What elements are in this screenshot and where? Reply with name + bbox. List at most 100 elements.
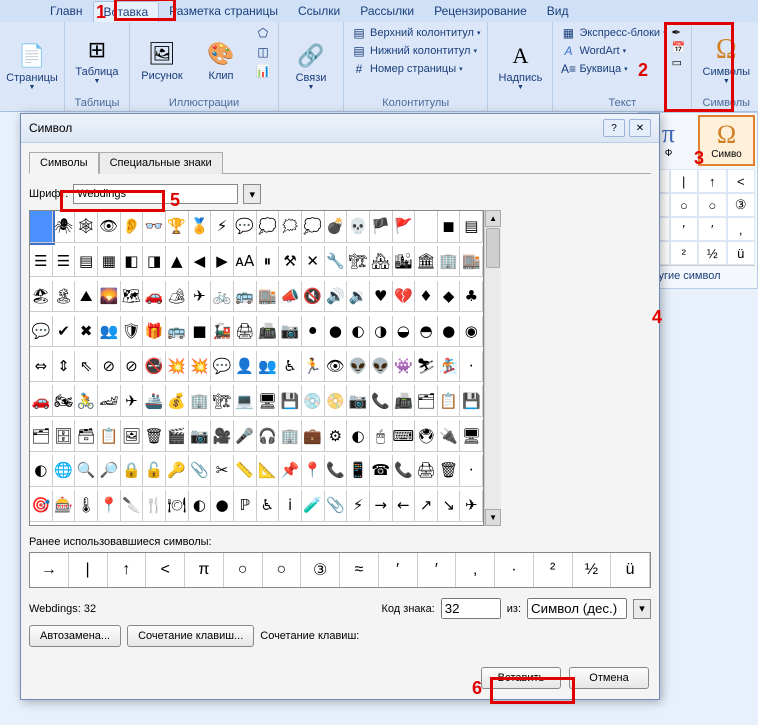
char-cell[interactable]: 👂 bbox=[121, 211, 144, 243]
char-cell[interactable]: 🚗 bbox=[143, 281, 166, 313]
char-cell[interactable]: ▲ bbox=[166, 246, 189, 278]
char-cell[interactable]: 📱 bbox=[347, 455, 370, 487]
char-cell[interactable]: ▶ bbox=[211, 246, 234, 278]
char-cell[interactable]: 🖼 bbox=[121, 420, 144, 452]
char-cell[interactable]: 🍴 bbox=[143, 490, 166, 522]
recent-cell[interactable]: π bbox=[185, 553, 224, 587]
char-cell[interactable]: 🏆 bbox=[166, 211, 189, 243]
char-cell[interactable]: 🗃 bbox=[75, 420, 98, 452]
char-cell[interactable]: ♿ bbox=[257, 490, 280, 522]
char-cell[interactable]: 🌐 bbox=[53, 455, 76, 487]
char-cell[interactable]: 🏍 bbox=[53, 385, 76, 417]
recent-cell[interactable]: → bbox=[30, 553, 69, 587]
char-cell[interactable]: 🔧 bbox=[325, 246, 348, 278]
char-cell[interactable]: 📎 bbox=[325, 490, 348, 522]
char-cell[interactable]: 🌡 bbox=[75, 490, 98, 522]
mini-symbol-cell[interactable]: ′ bbox=[670, 217, 699, 241]
tab-insert[interactable]: Вставка bbox=[93, 1, 160, 22]
char-cell[interactable]: 📀 bbox=[325, 385, 348, 417]
char-cell[interactable]: ◐ bbox=[347, 420, 370, 452]
char-cell[interactable]: 🏢 bbox=[438, 246, 461, 278]
char-cell[interactable]: 🎬 bbox=[166, 420, 189, 452]
char-cell[interactable]: 📐 bbox=[257, 455, 280, 487]
scroll-down-icon[interactable]: ▼ bbox=[485, 509, 501, 526]
recent-cell[interactable]: ′ bbox=[379, 553, 418, 587]
char-cell[interactable]: 🎁 bbox=[143, 316, 166, 348]
char-cell[interactable]: 📠 bbox=[393, 385, 416, 417]
char-cell[interactable]: 🏢 bbox=[279, 420, 302, 452]
char-cell[interactable]: 🔑 bbox=[166, 455, 189, 487]
char-cell[interactable] bbox=[30, 211, 53, 243]
char-cell[interactable]: 🎥 bbox=[211, 420, 234, 452]
char-cell[interactable]: 🏙 bbox=[393, 246, 416, 278]
char-cell[interactable]: 🎰 bbox=[53, 490, 76, 522]
char-cell[interactable]: ✈ bbox=[189, 281, 212, 313]
smartart-button[interactable]: ◫ bbox=[252, 43, 274, 61]
char-cell[interactable]: 🖱 bbox=[370, 420, 393, 452]
char-cell[interactable]: 💬 bbox=[234, 211, 257, 243]
char-cell[interactable]: · bbox=[460, 455, 483, 487]
recent-cell[interactable]: ′ bbox=[418, 553, 457, 587]
char-cell[interactable]: 🗑 bbox=[438, 455, 461, 487]
table-button[interactable]: ⊞ Таблица ▼ bbox=[69, 24, 125, 95]
char-cell[interactable]: ● bbox=[325, 316, 348, 348]
char-cell[interactable]: ♦ bbox=[415, 281, 438, 313]
recent-cell[interactable]: ‚ bbox=[456, 553, 495, 587]
footer-button[interactable]: ▤ Нижний колонтитул ▾ bbox=[348, 42, 483, 60]
char-cell[interactable]: 👤 bbox=[234, 351, 257, 383]
char-cell[interactable]: 💾 bbox=[279, 385, 302, 417]
char-cell[interactable]: 🏗 bbox=[347, 246, 370, 278]
char-cell[interactable]: ✖ bbox=[75, 316, 98, 348]
char-cell[interactable]: 🎧 bbox=[257, 420, 280, 452]
char-cell[interactable]: ♣ bbox=[460, 281, 483, 313]
char-cell[interactable]: 👁 bbox=[325, 351, 348, 383]
char-cell[interactable]: ⇖ bbox=[75, 351, 98, 383]
char-cell[interactable]: 🖥 bbox=[257, 385, 280, 417]
recent-cell[interactable]: ≈ bbox=[340, 553, 379, 587]
char-cell[interactable]: 🔎 bbox=[98, 455, 121, 487]
char-cell[interactable]: 🏴 bbox=[370, 211, 393, 243]
char-cell[interactable]: 🌄 bbox=[98, 281, 121, 313]
char-cell[interactable]: 💥 bbox=[189, 351, 212, 383]
char-cell[interactable]: ᴀA bbox=[234, 246, 257, 278]
char-cell[interactable]: 🔒 bbox=[121, 455, 144, 487]
char-cell[interactable]: 🗄 bbox=[53, 420, 76, 452]
char-cell[interactable]: ← bbox=[393, 490, 416, 522]
char-cell[interactable]: 🏘 bbox=[370, 246, 393, 278]
char-cell[interactable]: 🏎 bbox=[98, 385, 121, 417]
char-cell[interactable]: 🔪 bbox=[121, 490, 144, 522]
char-cell[interactable]: ⏸ bbox=[257, 246, 280, 278]
close-button[interactable]: ✕ bbox=[629, 119, 651, 137]
char-cell[interactable]: 🏂 bbox=[438, 351, 461, 383]
char-cell[interactable]: 🗺 bbox=[121, 281, 144, 313]
char-cell[interactable]: 🚌 bbox=[234, 281, 257, 313]
char-cell[interactable]: ⚫ bbox=[302, 316, 325, 348]
object-icon[interactable]: ▭ bbox=[672, 56, 686, 69]
char-cell[interactable]: ◒ bbox=[393, 316, 416, 348]
char-cell[interactable]: 📣 bbox=[279, 281, 302, 313]
char-cell[interactable]: 🏖 bbox=[30, 281, 53, 313]
mini-symbol-cell[interactable]: ○ bbox=[698, 193, 727, 217]
char-cell[interactable]: 🚗 bbox=[30, 385, 53, 417]
char-cell[interactable]: 👽 bbox=[347, 351, 370, 383]
char-cell[interactable]: 🗑 bbox=[143, 420, 166, 452]
char-cell[interactable]: ♿ bbox=[279, 351, 302, 383]
char-cell[interactable]: ◉ bbox=[460, 316, 483, 348]
char-cell[interactable]: ℙ bbox=[234, 490, 257, 522]
char-cell[interactable]: 🚌 bbox=[166, 316, 189, 348]
recent-cell[interactable]: ² bbox=[534, 553, 573, 587]
links-button[interactable]: 🔗 Связи ▼ bbox=[283, 24, 339, 107]
char-cell[interactable]: 👓 bbox=[143, 211, 166, 243]
char-cell[interactable]: ● bbox=[211, 490, 234, 522]
char-cell[interactable]: 👁 bbox=[98, 211, 121, 243]
char-cell[interactable]: ⚒ bbox=[279, 246, 302, 278]
char-cell[interactable]: 📍 bbox=[98, 490, 121, 522]
char-cell[interactable]: 💣 bbox=[325, 211, 348, 243]
char-cell[interactable]: 💭 bbox=[302, 211, 325, 243]
char-cell[interactable]: 📷 bbox=[347, 385, 370, 417]
char-cell[interactable]: 👥 bbox=[257, 351, 280, 383]
char-cell[interactable]: 📞 bbox=[393, 455, 416, 487]
char-cell[interactable]: 🧪 bbox=[302, 490, 325, 522]
char-cell[interactable]: 🗂 bbox=[30, 420, 53, 452]
char-cell[interactable]: 🖨 bbox=[415, 455, 438, 487]
